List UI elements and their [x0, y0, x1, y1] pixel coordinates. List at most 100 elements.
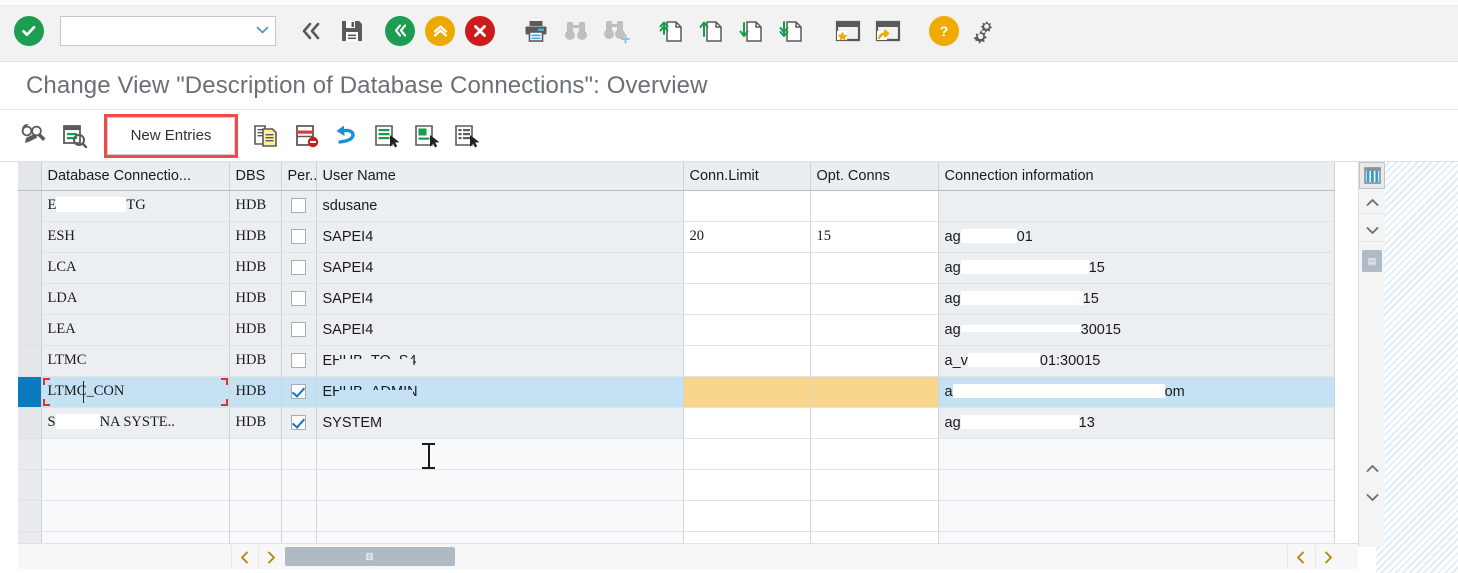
- cell-opt-conns[interactable]: [810, 345, 939, 377]
- cell-user-name[interactable]: [316, 469, 684, 501]
- cell-dbs[interactable]: [229, 500, 282, 532]
- cell-conn-limit[interactable]: [683, 438, 811, 470]
- scroll-right-button[interactable]: [258, 545, 283, 569]
- page-up-button[interactable]: [1359, 457, 1385, 479]
- cell-opt-conns[interactable]: [810, 283, 939, 315]
- horizontal-scrollbar[interactable]: ▥: [18, 543, 1358, 569]
- cell-conn-limit[interactable]: 20: [683, 221, 811, 253]
- cell-dbs[interactable]: HDB: [229, 345, 282, 377]
- new-entries-button[interactable]: New Entries: [107, 116, 235, 155]
- checkbox-unchecked-icon[interactable]: [291, 322, 306, 338]
- page-down-button[interactable]: [1359, 486, 1385, 508]
- cell-opt-conns[interactable]: [810, 376, 939, 408]
- stop-icon[interactable]: [460, 11, 500, 51]
- scroll-right-button-right[interactable]: [1315, 545, 1340, 569]
- copy-as-icon[interactable]: [246, 116, 286, 156]
- cell-user-name[interactable]: EHUB_TO_S4: [316, 345, 684, 377]
- cell-conn-limit[interactable]: [683, 469, 811, 501]
- cell-connection-information[interactable]: ag 13: [938, 407, 1335, 439]
- cell-conn-limit[interactable]: [683, 376, 811, 408]
- cell-dbs[interactable]: [229, 438, 282, 470]
- table-row[interactable]: S NA SYSTE.. HDB SYSTEM ag 13: [18, 407, 1335, 439]
- cell-opt-conns[interactable]: [810, 500, 939, 532]
- cell-connection-name[interactable]: S NA SYSTE..: [41, 407, 230, 439]
- table-row[interactable]: LDA HDB SAPEI4 ag 15: [18, 283, 1335, 315]
- last-page-icon[interactable]: [772, 11, 812, 51]
- select-block-icon[interactable]: [406, 116, 446, 156]
- cell-connection-information[interactable]: a_v 01:30015: [938, 345, 1335, 377]
- checkbox-unchecked-icon[interactable]: [291, 198, 306, 214]
- vertical-scrollbar[interactable]: ▤: [1358, 162, 1385, 547]
- cell-connection-name[interactable]: E TG: [41, 190, 230, 222]
- cell-user-name[interactable]: EHUB_ADMIN: [316, 376, 684, 408]
- cell-opt-conns[interactable]: [810, 190, 939, 222]
- delete-row-icon[interactable]: [286, 116, 326, 156]
- scroll-grip-icon[interactable]: ▤: [1362, 250, 1382, 272]
- cell-dbs[interactable]: HDB: [229, 221, 282, 253]
- cell-connection-information[interactable]: [938, 469, 1335, 501]
- back-icon[interactable]: [292, 11, 332, 51]
- cell-dbs[interactable]: HDB: [229, 252, 282, 284]
- checkbox-unchecked-icon[interactable]: [291, 260, 306, 276]
- cell-conn-limit[interactable]: [683, 345, 811, 377]
- find-icon[interactable]: [556, 11, 596, 51]
- cell-permanent[interactable]: [281, 221, 317, 253]
- cell-connection-name[interactable]: LTMC_CON: [41, 376, 230, 408]
- scroll-down-button[interactable]: [1359, 220, 1385, 242]
- column-header-dbs[interactable]: DBS: [229, 162, 282, 191]
- command-input[interactable]: [67, 17, 247, 44]
- cell-opt-conns[interactable]: [810, 407, 939, 439]
- cell-conn-limit[interactable]: [683, 407, 811, 439]
- save-icon[interactable]: [332, 11, 372, 51]
- cell-user-name[interactable]: [316, 500, 684, 532]
- cell-connection-information[interactable]: ag 15: [938, 283, 1335, 315]
- checkbox-unchecked-icon[interactable]: [291, 229, 306, 245]
- cell-user-name[interactable]: SAPEI4: [316, 314, 684, 346]
- table-row[interactable]: E TG HDB sdusane: [18, 190, 1335, 222]
- cell-permanent[interactable]: [281, 283, 317, 315]
- checkbox-checked-icon[interactable]: [291, 415, 306, 431]
- cancel-up-icon[interactable]: [420, 11, 460, 51]
- display-change-icon[interactable]: [14, 116, 54, 156]
- row-selector[interactable]: [18, 283, 42, 315]
- row-selector[interactable]: [18, 438, 42, 470]
- chevron-down-icon[interactable]: [256, 24, 269, 37]
- column-header-user[interactable]: User Name: [316, 162, 684, 191]
- cell-user-name[interactable]: SYSTEM: [316, 407, 684, 439]
- cell-opt-conns[interactable]: 15: [810, 221, 939, 253]
- print-icon[interactable]: [516, 11, 556, 51]
- help-icon[interactable]: ?: [924, 11, 964, 51]
- cell-connection-information[interactable]: ag 30015: [938, 314, 1335, 346]
- cell-connection-name[interactable]: LDA: [41, 283, 230, 315]
- cell-connection-information[interactable]: [938, 438, 1335, 470]
- cell-permanent[interactable]: [281, 252, 317, 284]
- cell-permanent[interactable]: [281, 314, 317, 346]
- cell-permanent[interactable]: [281, 438, 317, 470]
- cell-connection-name[interactable]: LCA: [41, 252, 230, 284]
- table-row[interactable]: LTMC HDB EHUB_TO_S4 a_v01:30015: [18, 345, 1335, 377]
- cell-user-name[interactable]: SAPEI4: [316, 221, 684, 253]
- row-selector[interactable]: [18, 221, 42, 253]
- scroll-grip-icon[interactable]: ▥: [285, 547, 455, 566]
- table-row[interactable]: ESH HDB SAPEI4 20 15 ag 01: [18, 221, 1335, 253]
- table-row-empty[interactable]: [18, 469, 1335, 501]
- cell-user-name[interactable]: SAPEI4: [316, 283, 684, 315]
- column-header-opt-conns[interactable]: Opt. Conns: [810, 162, 939, 191]
- cell-conn-limit[interactable]: [683, 500, 811, 532]
- command-field[interactable]: [60, 15, 276, 46]
- column-header-name[interactable]: Database Connectio...: [41, 162, 230, 191]
- row-selector[interactable]: [18, 252, 42, 284]
- table-settings-icon[interactable]: [1359, 162, 1385, 189]
- create-favorite-icon[interactable]: [828, 11, 868, 51]
- row-selector[interactable]: [18, 376, 42, 408]
- cell-permanent[interactable]: [281, 407, 317, 439]
- cell-permanent[interactable]: [281, 190, 317, 222]
- cell-conn-limit[interactable]: [683, 283, 811, 315]
- row-selector[interactable]: [18, 469, 42, 501]
- checkbox-unchecked-icon[interactable]: [291, 353, 306, 369]
- cell-permanent[interactable]: [281, 345, 317, 377]
- table-row[interactable]: LTMC_CON HDB EHUB_ADMIN aom: [18, 376, 1335, 408]
- cell-connection-information[interactable]: a om: [938, 376, 1335, 408]
- table-row-empty[interactable]: [18, 438, 1335, 470]
- cell-connection-name[interactable]: [41, 469, 230, 501]
